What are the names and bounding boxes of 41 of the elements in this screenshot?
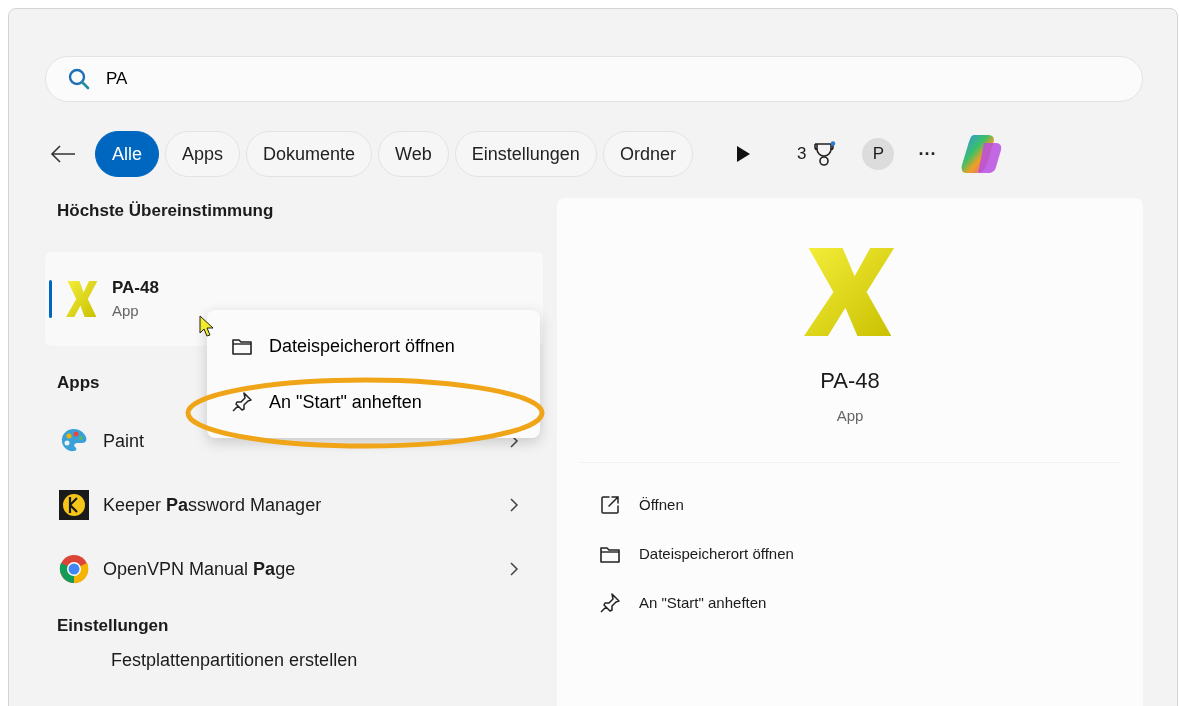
pin-icon <box>599 592 621 614</box>
more-button[interactable]: ··· <box>918 140 937 168</box>
play-icon <box>734 145 751 163</box>
x-logo-icon <box>804 248 896 336</box>
action-link[interactable]: Dateispeicherort öffnen <box>581 529 1119 579</box>
app-name: PA-48 <box>820 367 880 395</box>
section-heading: Apps <box>57 371 100 394</box>
filter-tab[interactable]: Apps <box>165 131 241 177</box>
app-name: PA-48 <box>112 276 159 299</box>
action-link[interactable]: Öffnen <box>581 480 1119 530</box>
app-list-item[interactable]: Keeper Password Manager <box>45 473 543 537</box>
pin-icon <box>231 391 253 413</box>
chrome-icon <box>59 554 89 584</box>
section-heading: Einstellungen <box>57 615 169 637</box>
x-logo-icon <box>66 280 98 317</box>
filter-tab[interactable]: Web <box>378 131 449 177</box>
trophy-icon <box>812 141 837 167</box>
filter-tab[interactable]: Dokumente <box>246 131 373 177</box>
points-count: 3 <box>796 143 807 166</box>
app-list-item[interactable]: OpenVPN Manual Page <box>45 537 543 601</box>
settings-result[interactable]: Festplattenpartitionen erstellen <box>45 638 543 683</box>
search-icon <box>68 68 90 90</box>
app-type: App <box>836 406 864 426</box>
back-arrow-icon <box>49 144 77 164</box>
filter-tab[interactable]: Alle <box>95 131 159 177</box>
search-input[interactable]: PA <box>104 65 1120 93</box>
chevron-right-icon <box>509 561 519 577</box>
keeper-logo-icon <box>59 490 89 520</box>
section-heading: Höchste Übereinstimmung <box>57 200 274 222</box>
filter-tab[interactable]: Ordner <box>602 131 693 177</box>
app-type: App <box>112 301 140 321</box>
menu-item[interactable]: An "Start" anheften <box>211 374 536 430</box>
chevron-right-icon <box>509 497 519 513</box>
search-field[interactable]: PA <box>45 56 1143 102</box>
action-link[interactable]: An "Start" anheften <box>581 578 1119 628</box>
mouse-cursor-icon <box>199 315 215 337</box>
folder-icon <box>231 336 253 356</box>
folder-icon <box>599 544 621 564</box>
filter-tab[interactable]: Einstellungen <box>454 131 597 177</box>
avatar[interactable]: P <box>862 138 895 170</box>
external-link-icon <box>599 494 621 516</box>
